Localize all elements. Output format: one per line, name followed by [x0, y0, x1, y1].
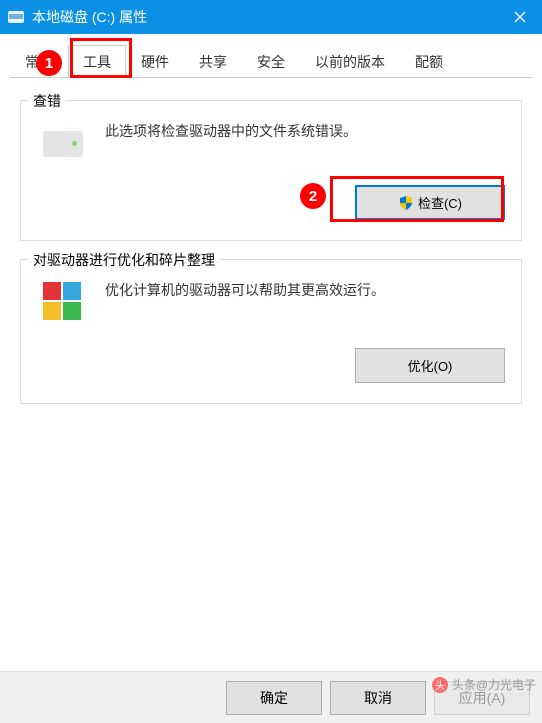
optimize-label: 对驱动器进行优化和碎片整理 [29, 250, 219, 270]
window-titlebar: 本地磁盘 (C:) 属性 [0, 0, 542, 34]
drive-icon [8, 11, 24, 23]
shield-icon [398, 195, 414, 211]
check-button-label: 检查(C) [418, 193, 462, 212]
optimize-button[interactable]: 优化(O) [355, 348, 505, 383]
tab-content: 查错 此选项将检查驱动器中的文件系统错误。 检查(C) 对驱动器进行优化和碎片整… [0, 78, 542, 434]
tab-security[interactable]: 安全 [242, 45, 300, 78]
error-check-label: 查错 [29, 91, 65, 111]
close-button[interactable] [497, 0, 542, 34]
tab-previous-versions[interactable]: 以前的版本 [300, 45, 400, 78]
check-button[interactable]: 检查(C) [355, 185, 505, 220]
window-title: 本地磁盘 (C:) 属性 [32, 7, 497, 27]
tabs-container: 常规 工具 硬件 共享 安全 以前的版本 配额 [0, 34, 542, 78]
optimize-description: 优化计算机的驱动器可以帮助其更高效运行。 [105, 278, 505, 301]
optimize-button-label: 优化(O) [408, 356, 453, 375]
tab-sharing[interactable]: 共享 [184, 45, 242, 78]
cancel-button[interactable]: 取消 [330, 681, 426, 715]
error-check-description: 此选项将检查驱动器中的文件系统错误。 [105, 119, 505, 142]
tab-quota[interactable]: 配额 [400, 45, 458, 78]
ok-button[interactable]: 确定 [226, 681, 322, 715]
hard-drive-icon [43, 131, 83, 157]
tab-general[interactable]: 常规 [10, 45, 68, 78]
defrag-icon [43, 282, 81, 320]
tab-tools[interactable]: 工具 [68, 45, 126, 78]
tab-hardware[interactable]: 硬件 [126, 45, 184, 78]
close-icon [514, 11, 526, 23]
dialog-buttons: 确定 取消 应用(A) [0, 671, 542, 723]
optimize-group: 对驱动器进行优化和碎片整理 优化计算机的驱动器可以帮助其更高效运行。 优化(O) [20, 259, 522, 404]
apply-button: 应用(A) [434, 681, 530, 715]
error-check-group: 查错 此选项将检查驱动器中的文件系统错误。 检查(C) [20, 100, 522, 241]
